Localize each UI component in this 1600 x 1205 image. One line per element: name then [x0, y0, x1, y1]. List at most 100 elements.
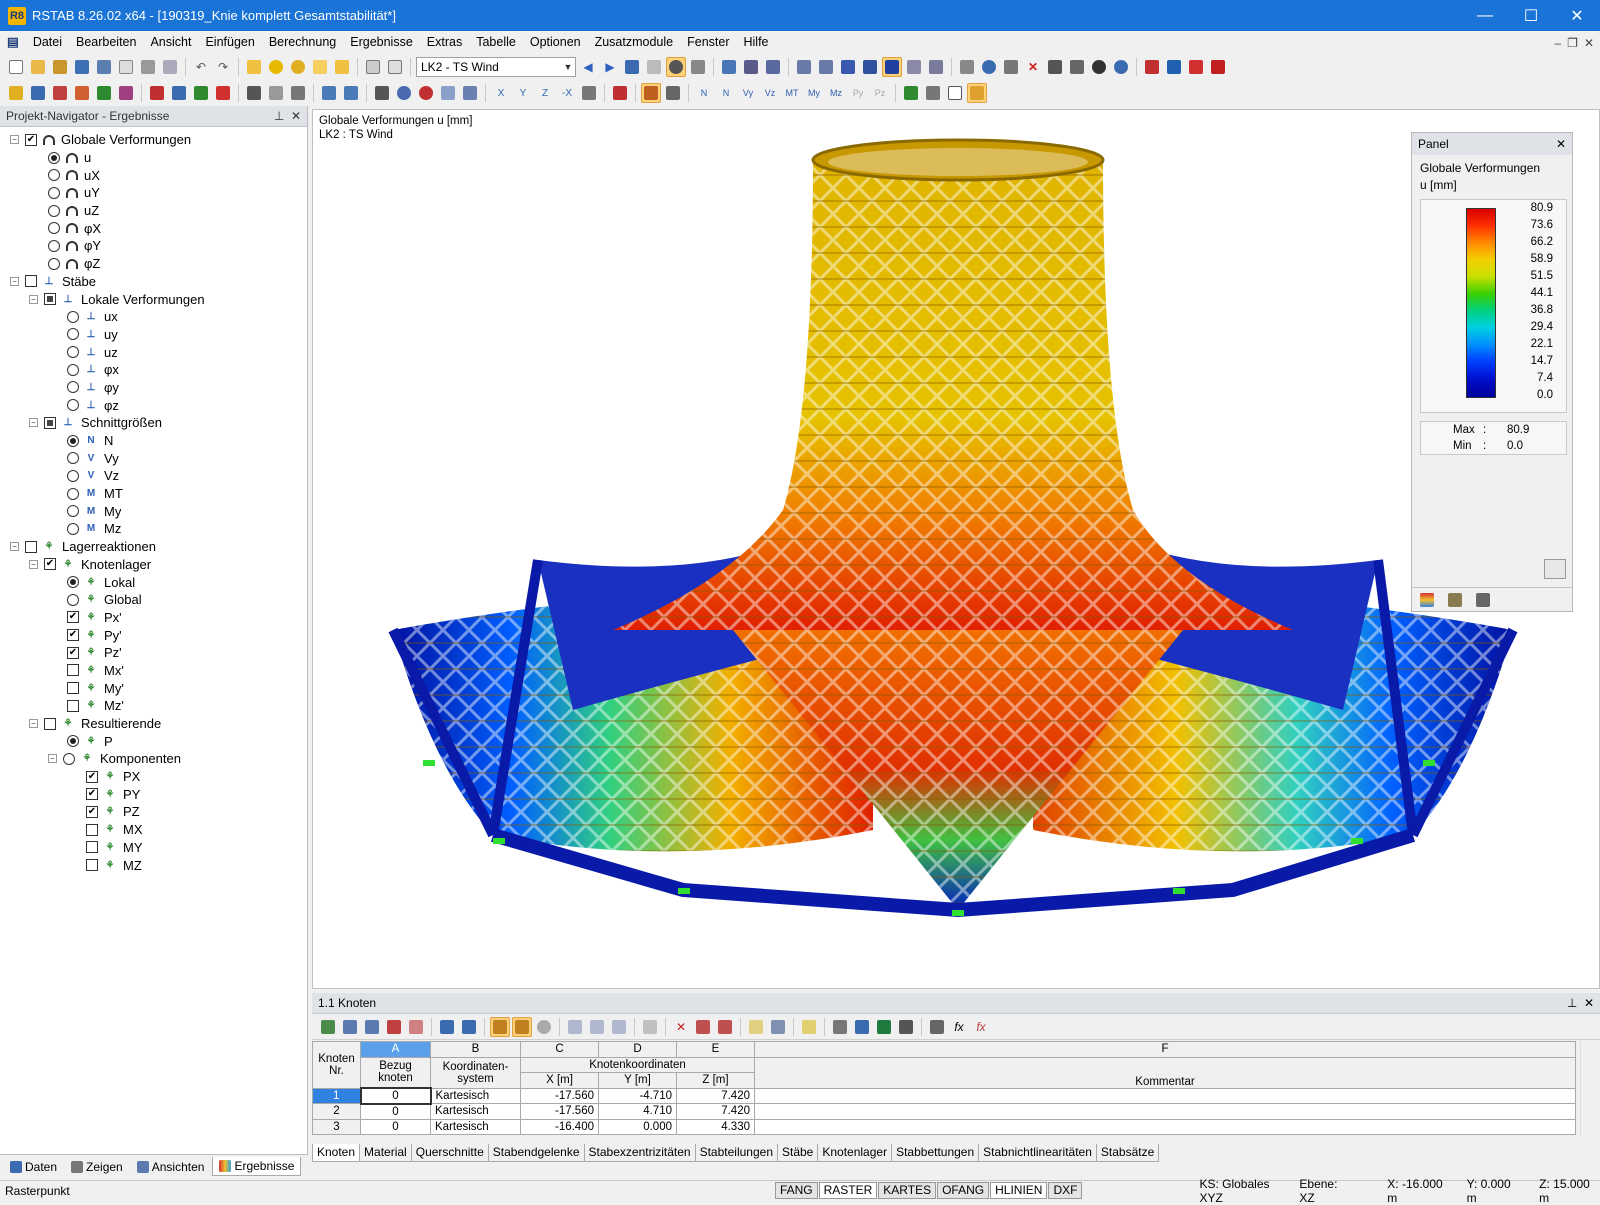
tree-item[interactable]: ✔ ⚘ PZ	[0, 803, 307, 821]
result-vy-icon[interactable]: Vy	[738, 83, 758, 103]
mirror-icon[interactable]	[1001, 57, 1021, 77]
split-icon[interactable]	[693, 1017, 713, 1037]
previous-loadcase-icon[interactable]: ◀	[578, 57, 598, 77]
tree-item[interactable]: ⚘ Lokal	[0, 573, 307, 591]
menu-ergebnisse[interactable]: Ergebnisse	[343, 31, 420, 54]
menu-optionen[interactable]: Optionen	[523, 31, 588, 54]
results-icon[interactable]	[622, 57, 642, 77]
tree-item[interactable]: V Vz	[0, 467, 307, 485]
result-py-icon[interactable]: Py	[848, 83, 868, 103]
units-icon[interactable]	[927, 1017, 947, 1037]
radio[interactable]	[67, 399, 79, 412]
grid-icon[interactable]	[794, 57, 814, 77]
cut-icon[interactable]: ✕	[671, 1017, 691, 1037]
view-x-icon[interactable]: X	[491, 83, 511, 103]
cell-x[interactable]: -17.560	[520, 1087, 599, 1104]
tree-item[interactable]: − ⊥ Schnittgrößen	[0, 414, 307, 432]
menu-bearbeiten[interactable]: Bearbeiten	[69, 31, 143, 54]
cell-ref[interactable]: 0	[359, 1087, 432, 1105]
tree-item[interactable]: − ⊥ Lokale Verformungen	[0, 290, 307, 308]
checkbox[interactable]	[44, 717, 56, 730]
menu-tabelle[interactable]: Tabelle	[469, 31, 523, 54]
select-arrow-icon[interactable]	[341, 83, 361, 103]
sort-icon[interactable]	[384, 1017, 404, 1037]
tree-item[interactable]: ⚘ Mx'	[0, 662, 307, 680]
radio[interactable]	[67, 576, 79, 589]
view-neg-x-icon[interactable]: -X	[557, 83, 577, 103]
result-mt-icon[interactable]: MT	[782, 83, 802, 103]
result-panel-icon[interactable]	[967, 83, 987, 103]
result-mz-icon[interactable]: Mz	[826, 83, 846, 103]
toggle-hlinien[interactable]: HLINIEN	[990, 1182, 1048, 1199]
report-icon[interactable]	[116, 57, 136, 77]
cell-z[interactable]: 7.420	[676, 1103, 755, 1120]
col-letter-d[interactable]: D	[598, 1041, 677, 1058]
zoom-window-icon[interactable]	[926, 57, 946, 77]
folder-icon[interactable]	[332, 57, 352, 77]
radio[interactable]	[67, 735, 79, 748]
close-button[interactable]: ✕	[1554, 0, 1600, 31]
structure-model[interactable]	[313, 110, 1600, 990]
checkbox[interactable]	[86, 859, 98, 872]
tree-item[interactable]: ⚘ P	[0, 732, 307, 750]
tree-item[interactable]: M My	[0, 502, 307, 520]
find-icon[interactable]	[266, 57, 286, 77]
radio[interactable]	[67, 434, 79, 447]
view-y-icon[interactable]: Y	[513, 83, 533, 103]
col-letter-a[interactable]: A	[360, 1041, 431, 1058]
delete-row-icon[interactable]	[362, 1017, 382, 1037]
table-scrollbar[interactable]	[1580, 1041, 1598, 1137]
radio[interactable]	[67, 487, 79, 500]
checkbox[interactable]: ✔	[67, 646, 79, 659]
support-results-icon[interactable]	[901, 83, 921, 103]
tab-ansichten[interactable]: Ansichten	[131, 1158, 211, 1176]
cell-ref[interactable]: 0	[360, 1103, 431, 1120]
cell-ref[interactable]: 0	[360, 1118, 431, 1135]
zoom-all-icon[interactable]	[372, 83, 392, 103]
delete-selection-icon[interactable]	[640, 1017, 660, 1037]
mdi-minimize-icon[interactable]: –	[1554, 36, 1561, 50]
tree-item[interactable]: − ⚘ Resultierende	[0, 715, 307, 733]
imperfection-icon[interactable]	[191, 83, 211, 103]
sheet-tab-stabexzentrizitaeten[interactable]: Stabexzentrizitäten	[583, 1144, 696, 1162]
prev-table-icon[interactable]	[437, 1017, 457, 1037]
radio[interactable]	[67, 593, 79, 606]
sheet-tab-querschnitte[interactable]: Querschnitte	[410, 1144, 489, 1162]
mesh-icon[interactable]	[904, 57, 924, 77]
tree-item[interactable]: ⚘ Global	[0, 591, 307, 609]
col-letter-c[interactable]: C	[520, 1041, 599, 1058]
toggle-dxf[interactable]: DXF	[1048, 1182, 1083, 1199]
checkbox[interactable]	[25, 540, 37, 553]
collapse-icon[interactable]: −	[29, 294, 38, 304]
notes-icon[interactable]	[799, 1017, 819, 1037]
radio[interactable]	[67, 469, 79, 482]
tree-item[interactable]: − ✔ Globale Verformungen	[0, 131, 307, 149]
loadcase-select[interactable]: LK2 - TS Wind ▼	[416, 57, 576, 77]
tree-item[interactable]: ⚘ MY	[0, 839, 307, 857]
checkbox[interactable]: ✔	[44, 558, 56, 571]
mdi-close-icon[interactable]: ✕	[1584, 36, 1594, 50]
tab-zeigen[interactable]: Zeigen	[65, 1158, 129, 1176]
set-icon[interactable]	[72, 83, 92, 103]
tree-item[interactable]: NN	[0, 432, 307, 450]
col-letter-f[interactable]: F	[754, 1041, 1576, 1058]
sheet-tab-material[interactable]: Material	[359, 1144, 412, 1162]
mdi-restore-icon[interactable]: ❐	[1567, 36, 1578, 50]
target-icon[interactable]	[288, 57, 308, 77]
view-z-icon[interactable]: Z	[535, 83, 555, 103]
toggle-kartes[interactable]: KARTES	[878, 1182, 937, 1199]
radio[interactable]	[48, 186, 60, 199]
checkbox[interactable]: ✔	[67, 629, 79, 642]
tree-item[interactable]: − ⚘ Lagerreaktionen	[0, 538, 307, 556]
cell-system[interactable]: Kartesisch	[430, 1103, 521, 1120]
select-icon[interactable]	[816, 57, 836, 77]
save-all-icon[interactable]	[94, 57, 114, 77]
open-project-icon[interactable]	[50, 57, 70, 77]
col-letter-e[interactable]: E	[676, 1041, 755, 1058]
3d-view-icon[interactable]	[460, 83, 480, 103]
tree-item[interactable]: ⊥ uy	[0, 326, 307, 344]
collapse-icon[interactable]: −	[48, 754, 57, 764]
zoom-out-icon[interactable]	[416, 83, 436, 103]
view-icon[interactable]	[244, 83, 264, 103]
sheet-tab-stabbettungen[interactable]: Stabbettungen	[891, 1144, 980, 1162]
